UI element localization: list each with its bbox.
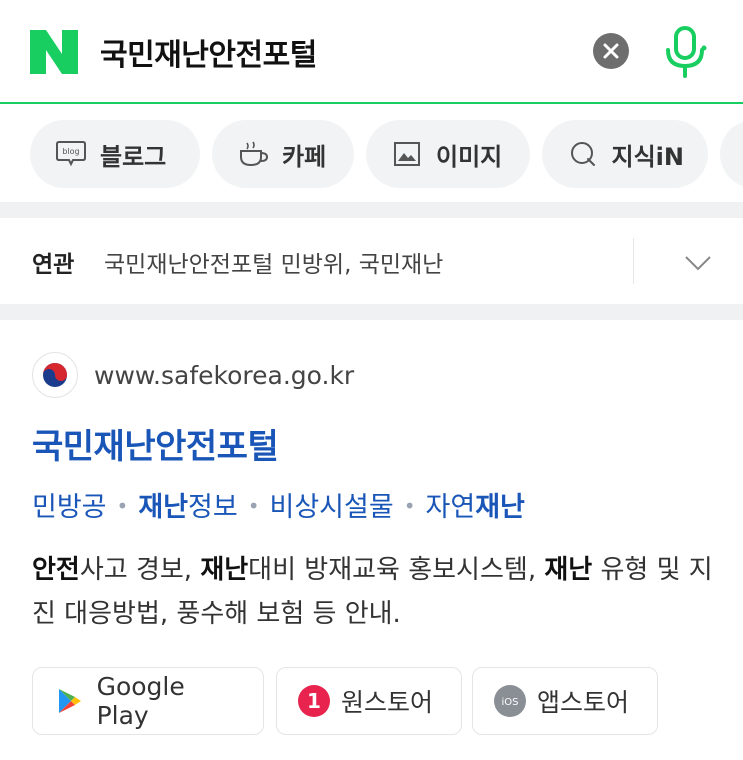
- sublink-civil-defense[interactable]: 민방공: [32, 492, 107, 523]
- store-label: 원스토어: [341, 688, 434, 717]
- search-bar: 국민재난안전포털: [0, 0, 743, 104]
- taegeuk-logo-icon: [32, 352, 78, 398]
- related-label: 연관: [32, 252, 75, 278]
- cup-icon: [236, 137, 270, 171]
- tab-label: 지식iN: [611, 142, 684, 171]
- result-description: 안전사고 경보, 재난대비 방재교육 홍보시스템, 재난 유형 및 지진 대응방…: [32, 555, 713, 629]
- tab-label: 이미지: [436, 142, 503, 171]
- search-q-icon: [566, 137, 600, 171]
- onestore-button[interactable]: 1 원스토어: [276, 667, 462, 735]
- search-query[interactable]: 국민재난안전포털: [100, 30, 317, 74]
- appstore-button[interactable]: iOS 앱스토어: [472, 667, 658, 735]
- dot-separator: •: [116, 494, 129, 518]
- dot-separator: •: [403, 494, 416, 518]
- sublinks: 민방공 • 재난정보 • 비상시설물 • 자연재난: [32, 485, 525, 524]
- google-play-button[interactable]: Google Play: [32, 667, 264, 735]
- image-icon: [390, 137, 424, 171]
- section-divider: [0, 202, 743, 218]
- store-label: Google Play: [96, 672, 185, 730]
- related-searches: 연관 국민재난안전포털 민방위, 국민재난: [0, 218, 743, 304]
- blog-icon: blog: [54, 137, 88, 171]
- sublink-emergency-facilities[interactable]: 비상시설물: [270, 492, 394, 523]
- svg-text:blog: blog: [62, 147, 79, 156]
- tab-label: 카페: [282, 142, 327, 171]
- store-label: 앱스토어: [537, 688, 630, 717]
- site-info[interactable]: www.safekorea.go.kr: [32, 352, 354, 398]
- tab-cafe[interactable]: 카페: [212, 120, 354, 188]
- dot-separator: •: [247, 494, 260, 518]
- sublink-disaster-info[interactable]: 재난정보: [138, 492, 237, 523]
- naver-logo-icon[interactable]: [30, 30, 78, 74]
- related-keywords[interactable]: 국민재난안전포털 민방위, 국민재난: [104, 245, 443, 279]
- onestore-icon: 1: [297, 684, 331, 718]
- tab-kin[interactable]: 지식iN: [542, 120, 708, 188]
- close-icon: [603, 43, 619, 59]
- ios-icon: iOS: [493, 684, 527, 718]
- tab-more[interactable]: [720, 120, 743, 188]
- section-divider: [0, 304, 743, 320]
- divider: [633, 238, 634, 284]
- result-title[interactable]: 국민재난안전포털: [32, 419, 279, 468]
- tab-label: 블로그: [100, 142, 167, 171]
- google-play-icon: [53, 684, 87, 718]
- site-url: www.safekorea.go.kr: [94, 360, 355, 390]
- microphone-icon[interactable]: [662, 26, 708, 78]
- svg-text:1: 1: [307, 689, 321, 713]
- svg-text:iOS: iOS: [502, 697, 519, 708]
- tab-blog[interactable]: blog 블로그: [30, 120, 200, 188]
- chevron-down-icon[interactable]: [684, 254, 712, 272]
- sublink-natural-disaster[interactable]: 자연재난: [426, 492, 525, 523]
- search-tabs: blog 블로그 카페 이미지 지식iN: [30, 120, 743, 188]
- tab-image[interactable]: 이미지: [366, 120, 530, 188]
- clear-search-button[interactable]: [593, 33, 629, 69]
